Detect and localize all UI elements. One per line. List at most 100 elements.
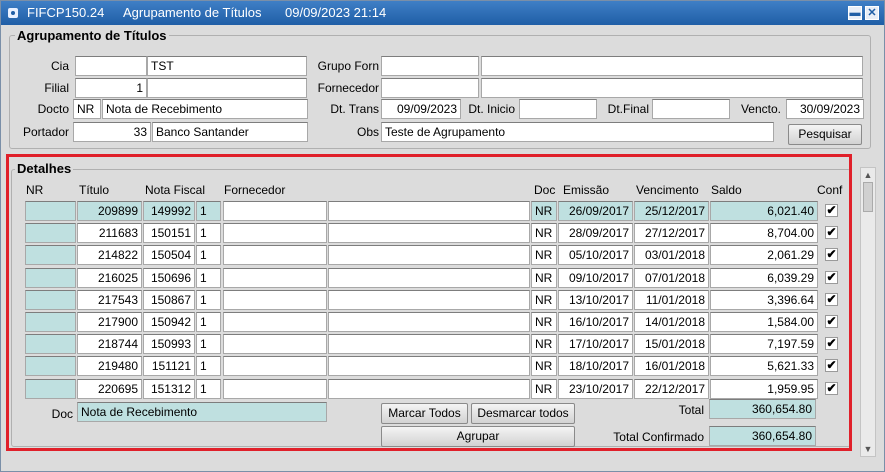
cell-nr[interactable] <box>25 268 76 288</box>
cell-vencimento[interactable]: 25/12/2017 <box>634 201 709 221</box>
cell-titulo[interactable]: 218744 <box>77 334 142 354</box>
cell-doc[interactable]: NR <box>531 223 557 243</box>
cell-nr[interactable] <box>25 201 76 221</box>
cell-titulo[interactable]: 217900 <box>77 312 142 332</box>
cell-serie[interactable]: 1 <box>196 245 221 265</box>
vencto-field[interactable]: 30/09/2023 <box>786 99 864 119</box>
cell-vencimento[interactable]: 07/01/2018 <box>634 268 709 288</box>
cell-doc[interactable]: NR <box>531 268 557 288</box>
cell-fornecedor-code[interactable] <box>223 268 327 288</box>
docto-code-field[interactable]: NR <box>73 99 101 119</box>
cell-doc[interactable]: NR <box>531 201 557 221</box>
cell-fornecedor-code[interactable] <box>223 223 327 243</box>
details-scrollbar[interactable]: ▲ ▼ <box>860 167 876 457</box>
cell-nota-fiscal[interactable]: 150942 <box>143 312 195 332</box>
cell-serie[interactable]: 1 <box>196 379 221 399</box>
cell-vencimento[interactable]: 16/01/2018 <box>634 356 709 376</box>
cell-fornecedor-name[interactable] <box>328 334 530 354</box>
cell-serie[interactable]: 1 <box>196 201 221 221</box>
conf-checkbox[interactable]: ✔ <box>825 359 838 372</box>
cia-code-field[interactable] <box>75 56 147 76</box>
scroll-up-icon[interactable]: ▲ <box>862 169 874 181</box>
fornecedor-code-field[interactable] <box>381 78 479 98</box>
cell-vencimento[interactable]: 27/12/2017 <box>634 223 709 243</box>
marcar-todos-button[interactable]: Marcar Todos <box>381 403 468 424</box>
cell-doc[interactable]: NR <box>531 356 557 376</box>
cell-vencimento[interactable]: 03/01/2018 <box>634 245 709 265</box>
conf-checkbox[interactable]: ✔ <box>825 271 838 284</box>
cell-emissao[interactable]: 18/10/2017 <box>558 356 633 376</box>
cell-nr[interactable] <box>25 312 76 332</box>
cell-nota-fiscal[interactable]: 150867 <box>143 290 195 310</box>
dt-final-field[interactable] <box>652 99 730 119</box>
cell-doc[interactable]: NR <box>531 290 557 310</box>
scroll-down-icon[interactable]: ▼ <box>862 443 874 455</box>
cell-serie[interactable]: 1 <box>196 356 221 376</box>
cell-titulo[interactable]: 216025 <box>77 268 142 288</box>
cell-nota-fiscal[interactable]: 150993 <box>143 334 195 354</box>
title-bar[interactable]: FIFCP150.24 Agrupamento de Títulos 09/09… <box>1 1 884 25</box>
cell-emissao[interactable]: 28/09/2017 <box>558 223 633 243</box>
dt-trans-field[interactable]: 09/09/2023 <box>381 99 461 119</box>
cell-nr[interactable] <box>25 245 76 265</box>
cell-vencimento[interactable]: 11/01/2018 <box>634 290 709 310</box>
pesquisar-button[interactable]: Pesquisar <box>788 124 862 145</box>
conf-checkbox[interactable]: ✔ <box>825 382 838 395</box>
cell-fornecedor-code[interactable] <box>223 379 327 399</box>
cell-fornecedor-name[interactable] <box>328 290 530 310</box>
cell-nr[interactable] <box>25 290 76 310</box>
cell-vencimento[interactable]: 15/01/2018 <box>634 334 709 354</box>
grupo-forn-name-field[interactable] <box>481 56 863 76</box>
cell-nr[interactable] <box>25 223 76 243</box>
cell-fornecedor-name[interactable] <box>328 268 530 288</box>
cell-emissao[interactable]: 13/10/2017 <box>558 290 633 310</box>
cell-doc[interactable]: NR <box>531 312 557 332</box>
cell-titulo[interactable]: 219480 <box>77 356 142 376</box>
cell-fornecedor-code[interactable] <box>223 312 327 332</box>
cell-nota-fiscal[interactable]: 150696 <box>143 268 195 288</box>
cell-emissao[interactable]: 17/10/2017 <box>558 334 633 354</box>
cell-emissao[interactable]: 05/10/2017 <box>558 245 633 265</box>
cell-serie[interactable]: 1 <box>196 268 221 288</box>
conf-checkbox[interactable]: ✔ <box>825 248 838 261</box>
cell-titulo[interactable]: 220695 <box>77 379 142 399</box>
dt-inicio-field[interactable] <box>519 99 597 119</box>
conf-checkbox[interactable]: ✔ <box>825 226 838 239</box>
cell-doc[interactable]: NR <box>531 379 557 399</box>
cia-name-field[interactable]: TST <box>147 56 307 76</box>
scroll-thumb[interactable] <box>863 182 873 212</box>
cell-nr[interactable] <box>25 356 76 376</box>
cell-fornecedor-name[interactable] <box>328 379 530 399</box>
cell-nota-fiscal[interactable]: 151312 <box>143 379 195 399</box>
portador-code-field[interactable]: 33 <box>73 122 151 142</box>
cell-fornecedor-name[interactable] <box>328 223 530 243</box>
cell-fornecedor-code[interactable] <box>223 334 327 354</box>
cell-vencimento[interactable]: 14/01/2018 <box>634 312 709 332</box>
cell-vencimento[interactable]: 22/12/2017 <box>634 379 709 399</box>
cell-nota-fiscal[interactable]: 150151 <box>143 223 195 243</box>
cell-nota-fiscal[interactable]: 151121 <box>143 356 195 376</box>
desmarcar-todos-button[interactable]: Desmarcar todos <box>471 403 575 424</box>
cell-fornecedor-code[interactable] <box>223 245 327 265</box>
conf-checkbox[interactable]: ✔ <box>825 293 838 306</box>
cell-serie[interactable]: 1 <box>196 334 221 354</box>
cell-fornecedor-code[interactable] <box>223 356 327 376</box>
cell-titulo[interactable]: 214822 <box>77 245 142 265</box>
obs-field[interactable]: Teste de Agrupamento <box>381 122 774 142</box>
cell-emissao[interactable]: 26/09/2017 <box>558 201 633 221</box>
cell-fornecedor-name[interactable] <box>328 312 530 332</box>
grupo-forn-code-field[interactable] <box>381 56 479 76</box>
cell-doc[interactable]: NR <box>531 245 557 265</box>
cell-nota-fiscal[interactable]: 150504 <box>143 245 195 265</box>
cell-fornecedor-name[interactable] <box>328 356 530 376</box>
filial-code-field[interactable]: 1 <box>75 78 147 98</box>
cell-fornecedor-name[interactable] <box>328 201 530 221</box>
conf-checkbox[interactable]: ✔ <box>825 315 838 328</box>
cell-nota-fiscal[interactable]: 149992 <box>143 201 195 221</box>
agrupar-button[interactable]: Agrupar <box>381 426 575 447</box>
minimize-button[interactable]: ▬ <box>848 6 862 20</box>
cell-titulo[interactable]: 209899 <box>77 201 142 221</box>
conf-checkbox[interactable]: ✔ <box>825 204 838 217</box>
cell-serie[interactable]: 1 <box>196 223 221 243</box>
cell-nr[interactable] <box>25 379 76 399</box>
